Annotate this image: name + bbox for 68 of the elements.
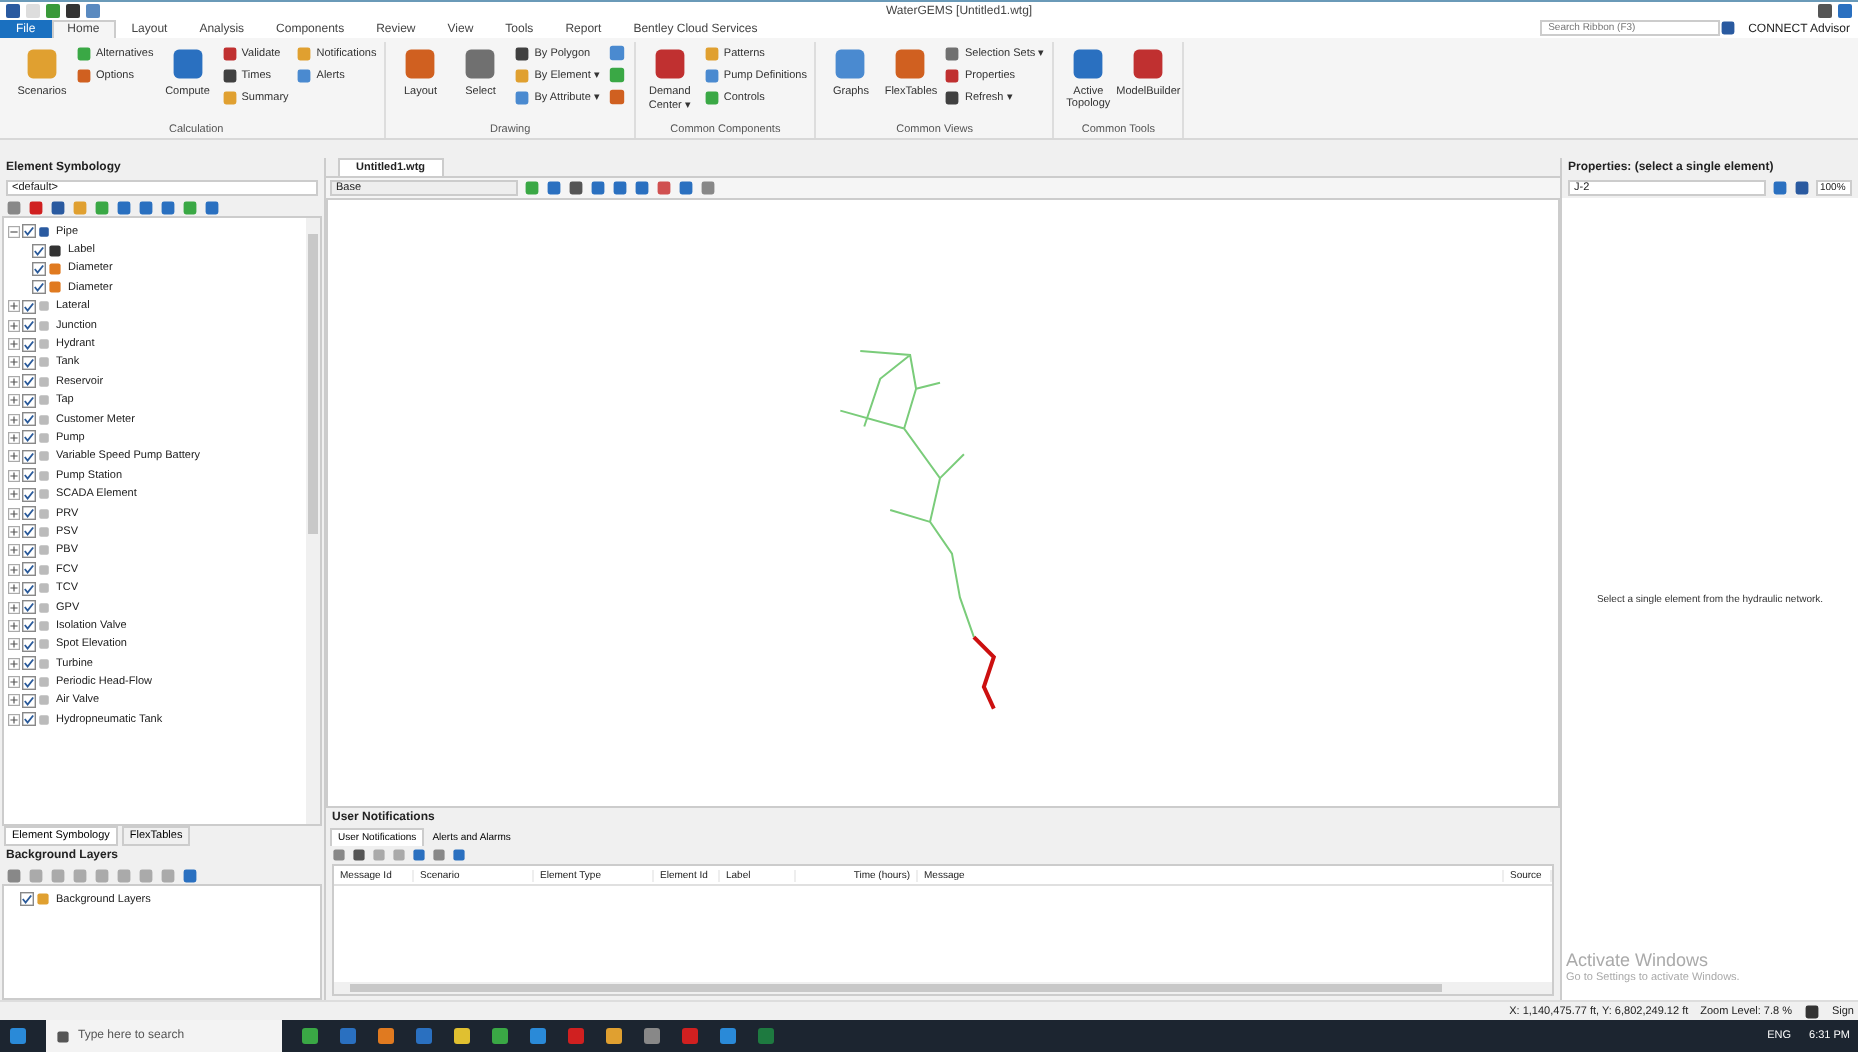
checkbox[interactable]: [22, 656, 36, 671]
checkbox[interactable]: [22, 618, 36, 633]
expand-icon[interactable]: [8, 356, 20, 369]
checkbox[interactable]: [22, 355, 36, 370]
checkbox[interactable]: [22, 374, 36, 389]
expand-icon[interactable]: [8, 544, 20, 557]
expand-icon[interactable]: [8, 488, 20, 501]
expand-icon[interactable]: [8, 450, 20, 463]
expand-icon[interactable]: [8, 713, 20, 726]
expand-icon[interactable]: [8, 338, 20, 351]
checkbox[interactable]: [22, 581, 36, 596]
tool-icon: [1130, 46, 1167, 82]
checkbox[interactable]: [22, 449, 36, 464]
checkbox[interactable]: [22, 637, 36, 652]
tool-button[interactable]: [607, 88, 626, 106]
tool-icon: [24, 46, 60, 82]
checkbox[interactable]: [22, 693, 36, 708]
tool-icon: [169, 46, 206, 82]
expand-icon[interactable]: [8, 375, 20, 388]
tool-icon: [462, 46, 499, 82]
expand-icon[interactable]: [8, 525, 20, 538]
expand-icon[interactable]: [8, 394, 20, 407]
checkbox[interactable]: [22, 600, 36, 614]
checkbox[interactable]: [22, 318, 36, 333]
expand-icon[interactable]: [8, 413, 20, 426]
checkbox[interactable]: [32, 261, 46, 276]
expand-icon[interactable]: [8, 676, 20, 689]
checkbox[interactable]: [22, 487, 36, 502]
checkbox[interactable]: [22, 430, 36, 445]
checkbox[interactable]: [22, 524, 36, 539]
checkbox[interactable]: [22, 224, 36, 239]
tool-icon: [651, 46, 688, 82]
expand-icon[interactable]: [8, 582, 20, 595]
checkbox[interactable]: [32, 243, 46, 258]
expand-icon[interactable]: [8, 563, 20, 576]
element-icon: [38, 225, 50, 238]
expand-icon[interactable]: [8, 694, 20, 707]
scrollbar[interactable]: [306, 218, 320, 824]
tool-button[interactable]: [607, 44, 626, 62]
tool-icon: [1070, 46, 1107, 82]
expand-icon[interactable]: [8, 657, 20, 670]
checkbox[interactable]: [22, 299, 36, 314]
activation-title: Activate Windows: [1566, 950, 1711, 970]
tool-icon: [402, 46, 439, 82]
checkbox[interactable]: [22, 562, 36, 577]
expand-icon[interactable]: [8, 619, 20, 632]
collapse-icon[interactable]: [8, 225, 20, 238]
tool-icon: [832, 46, 869, 82]
expand-icon[interactable]: [8, 319, 20, 332]
checkbox[interactable]: [22, 543, 36, 558]
checkbox[interactable]: [20, 892, 34, 907]
expand-icon[interactable]: [8, 638, 20, 651]
checkbox[interactable]: [22, 712, 36, 727]
expand-icon[interactable]: [8, 469, 20, 482]
checkbox[interactable]: [22, 468, 36, 483]
checkbox[interactable]: [22, 393, 36, 408]
scrollbar[interactable]: [334, 982, 1552, 994]
tool-button[interactable]: [607, 66, 626, 84]
checkbox[interactable]: [22, 412, 36, 427]
tool-icon: [892, 46, 929, 82]
checkbox[interactable]: [22, 675, 36, 690]
expand-icon[interactable]: [8, 507, 20, 520]
checkbox[interactable]: [32, 280, 46, 295]
expand-icon[interactable]: [8, 601, 20, 613]
expand-icon[interactable]: [8, 431, 20, 444]
checkbox[interactable]: [22, 506, 36, 521]
expand-icon[interactable]: [8, 300, 20, 313]
checkbox[interactable]: [22, 337, 36, 352]
